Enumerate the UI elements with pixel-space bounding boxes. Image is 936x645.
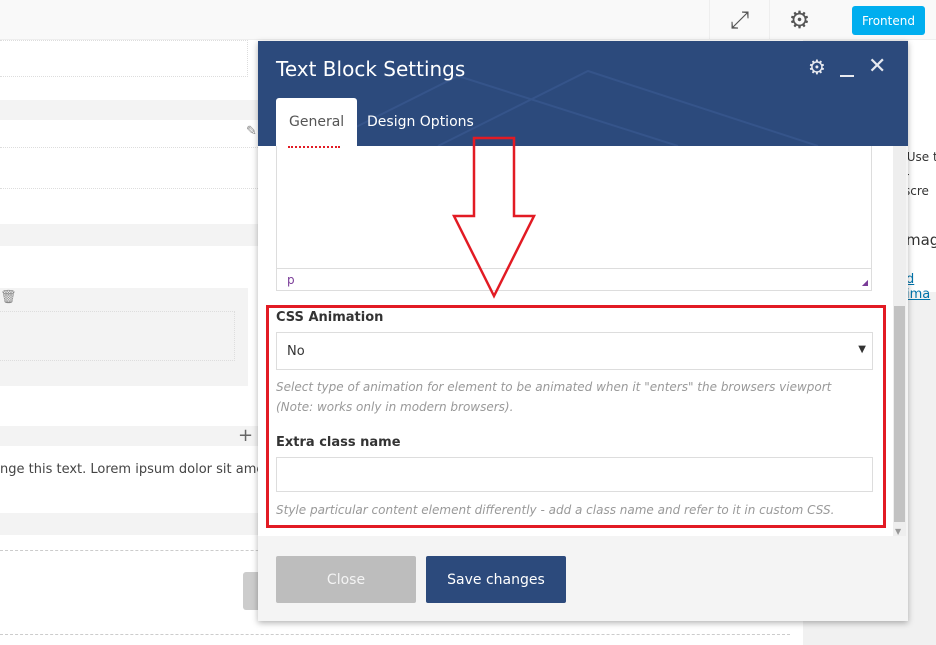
bg-row: [0, 513, 258, 535]
text-block-settings-modal: Text Block Settings ⚙ ✕ General Design O…: [258, 41, 908, 621]
css-animation-value: No: [287, 344, 305, 359]
close-button[interactable]: Close: [276, 556, 416, 603]
gear-icon[interactable]: ⚙: [808, 55, 826, 79]
tab-general[interactable]: General: [276, 98, 358, 146]
right-heading: mage: [906, 231, 936, 249]
trash-icon[interactable]: 🗑: [0, 290, 17, 305]
scrollbar-thumb[interactable]: [894, 306, 905, 522]
lorem-text: nge this text. Lorem ipsum dolor sit ame…: [0, 462, 258, 477]
fullscreen-icon[interactable]: ⤢: [709, 0, 769, 40]
bg-element: [0, 40, 248, 77]
pencil-icon[interactable]: ✎: [246, 124, 257, 139]
resize-handle-icon[interactable]: ◢: [862, 278, 868, 287]
bg-element: [0, 147, 258, 189]
divider: [0, 634, 790, 635]
text-editor[interactable]: p ◢: [276, 146, 872, 291]
bg-row: [0, 224, 258, 246]
scrollbar[interactable]: ▼: [893, 146, 906, 536]
modal-header: Text Block Settings ⚙ ✕ General Design O…: [258, 41, 908, 146]
extra-class-help: Style particular content element differe…: [276, 503, 835, 517]
right-link[interactable]: d ima: [906, 272, 936, 302]
scroll-down-icon[interactable]: ▼: [895, 527, 901, 536]
bg-element: [0, 311, 235, 361]
bg-row: [0, 100, 258, 120]
editor-status-path: p: [277, 268, 871, 290]
modal-body: p ◢ CSS Animation No ▼ Select type of an…: [258, 146, 893, 536]
minimize-icon[interactable]: [840, 75, 854, 77]
css-animation-label: CSS Animation: [276, 310, 384, 325]
css-animation-help: Select type of animation for element to …: [276, 380, 832, 414]
bg-row: [0, 426, 258, 446]
chevron-down-icon: ▼: [858, 344, 866, 355]
red-arrow-annotation: [451, 136, 537, 299]
css-animation-select[interactable]: No ▼: [276, 332, 873, 370]
save-changes-button[interactable]: Save changes: [426, 556, 566, 603]
right-text-1: Use t: [906, 150, 936, 164]
modal-title: Text Block Settings: [276, 57, 466, 81]
right-panel-box: [908, 40, 936, 230]
right-text-2: r scre: [904, 170, 929, 198]
close-icon[interactable]: ✕: [868, 54, 886, 79]
gear-icon[interactable]: ⚙: [769, 0, 829, 40]
plus-icon[interactable]: +: [238, 425, 253, 446]
frontend-button[interactable]: Frontend: [852, 6, 925, 35]
extra-class-label: Extra class name: [276, 435, 401, 450]
extra-class-input[interactable]: [276, 457, 873, 492]
